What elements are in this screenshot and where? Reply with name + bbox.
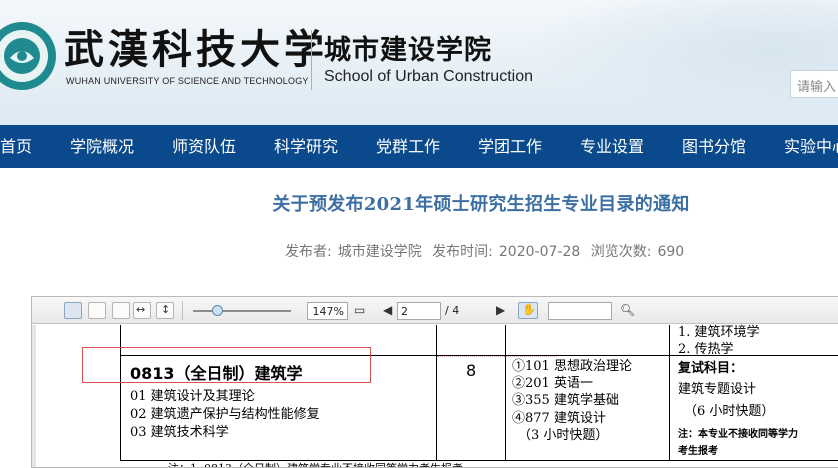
find-input[interactable] <box>548 302 612 320</box>
zoom-input[interactable]: 147% <box>307 302 348 320</box>
site-header: 武漢科技大学 WUHAN UNIVERSITY OF SCIENCE AND T… <box>0 0 838 125</box>
views-value: 690 <box>657 244 685 260</box>
page-number-input[interactable]: 2 <box>397 302 441 320</box>
header-background-art <box>520 0 838 125</box>
pdf-viewer: ↔ ↕ 147% ▭ ◀ 2 / 4 ▶ ✋ 🔍︎ 1. 建筑环境学 2. 传热… <box>31 296 838 468</box>
date-value: 2020-07-28 <box>498 244 581 260</box>
retest-detail: （6 小时快题） <box>684 404 775 419</box>
nav-item-majors[interactable]: 专业设置 <box>580 125 644 168</box>
fit-height-icon[interactable]: ↕ <box>156 302 174 319</box>
page-total: / 4 <box>445 304 460 317</box>
page-edge <box>32 325 36 467</box>
header-divider <box>311 30 312 90</box>
article-meta: 发布者: 城市建设学院 发布时间: 2020-07-28 浏览次数: 690 <box>285 241 690 261</box>
nav-item-research[interactable]: 科学研究 <box>274 125 338 168</box>
nav-item-overview[interactable]: 学院概况 <box>70 125 134 168</box>
prev-page-icon[interactable]: ◀ <box>383 303 392 317</box>
monitor-icon[interactable]: ▭ <box>354 303 365 317</box>
nav-item-party[interactable]: 党群工作 <box>376 125 440 168</box>
nav-item-home[interactable]: 首页 <box>0 125 32 168</box>
views-label: 浏览次数: <box>590 244 652 260</box>
nav-item-lab-center[interactable]: 实验中心 <box>784 125 838 168</box>
toolbar-separator <box>182 301 183 320</box>
major-title: 0813（全日制）建筑学 <box>130 364 303 383</box>
nav-item-faculty[interactable]: 师资队伍 <box>172 125 236 168</box>
next-page-icon[interactable]: ▶ <box>496 303 505 317</box>
university-name-cn: 武漢科技大学 <box>64 26 328 73</box>
fit-width-icon[interactable]: ↔ <box>133 302 151 319</box>
thumbnail-grid-icon[interactable] <box>112 302 130 319</box>
prev-item: 2. 传热学 <box>678 342 734 357</box>
page: 武漢科技大学 WUHAN UNIVERSITY OF SCIENCE AND T… <box>0 0 838 468</box>
zoom-slider-handle[interactable] <box>212 305 223 316</box>
table-line <box>436 325 437 461</box>
retest-label: 复试科目： <box>678 361 744 376</box>
nav-item-library[interactable]: 图书分馆 <box>682 125 746 168</box>
research-direction: 02 建筑遗产保护与结构性能修复 <box>130 407 320 422</box>
hand-tool-icon[interactable]: ✋ <box>518 302 538 319</box>
table-line <box>505 325 506 461</box>
pdf-toolbar: ↔ ↕ 147% ▭ ◀ 2 / 4 ▶ ✋ 🔍︎ <box>32 297 838 324</box>
university-emblem-icon[interactable] <box>0 18 60 94</box>
search-input[interactable]: 请输入 <box>790 70 838 98</box>
publisher-label: 发布者: <box>285 244 332 260</box>
research-direction: 01 建筑设计及其理论 <box>130 389 255 404</box>
search-icon[interactable]: 🔍︎ <box>620 303 635 317</box>
exam-subject-note: （3 小时快题） <box>518 428 609 443</box>
nav-item-student-affairs[interactable]: 学团工作 <box>478 125 542 168</box>
retest-subject: 建筑专题设计 <box>678 382 757 397</box>
table-line <box>669 325 670 461</box>
article-title: 关于预发布2021年硕士研究生招生专业目录的通知 <box>272 194 690 215</box>
zoom-slider-track[interactable] <box>193 310 291 312</box>
retest-note-2: 考生报考 <box>678 446 718 457</box>
single-page-view-icon[interactable] <box>64 302 82 319</box>
date-label: 发布时间: <box>432 244 493 260</box>
publisher-value: 城市建设学院 <box>337 244 422 260</box>
two-page-view-icon[interactable] <box>88 302 106 319</box>
exam-subject: ③355 建筑学基础 <box>512 393 619 408</box>
enrollment-count: 8 <box>466 361 477 380</box>
table-line <box>120 325 121 461</box>
retest-note: 注：本专业不接收同等学力 <box>678 429 798 440</box>
university-name-en: WUHAN UNIVERSITY OF SCIENCE AND TECHNOLO… <box>66 76 309 86</box>
pdf-page: 1. 建筑环境学 2. 传热学 0813（全日制）建筑学 01 建筑设计及其理论… <box>32 325 838 467</box>
main-nav: 首页 学院概况 师资队伍 科学研究 党群工作 学团工作 专业设置 图书分馆 实验… <box>0 125 838 168</box>
school-name-en: School of Urban Construction <box>324 68 533 85</box>
table-footnote: 注：1. 0813（全日制）建筑学专业不接收同等学力考生报考 <box>168 460 463 467</box>
school-name-cn: 城市建设学院 <box>324 35 492 66</box>
research-direction: 03 建筑技术科学 <box>130 425 229 440</box>
